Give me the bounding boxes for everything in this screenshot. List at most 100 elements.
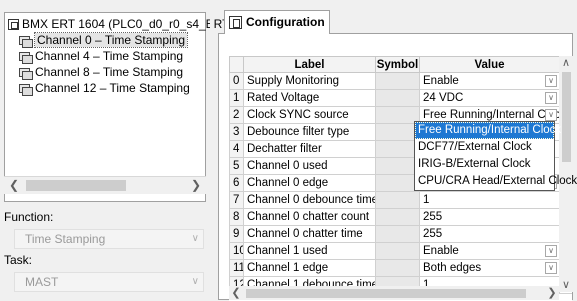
channel-icon [19,67,33,81]
task-select[interactable]: MAST ∨ [14,272,204,292]
scroll-left-icon[interactable]: ❮ [229,286,243,300]
row-label-text: Rated Voltage [247,92,320,104]
row-label-text: Dechatter filter [247,143,322,155]
row-symbol[interactable] [375,106,420,124]
channel-icon [19,51,33,65]
tab-configuration[interactable]: Configuration [224,10,330,34]
dropdown-option[interactable]: IRIG-B/External Clock [415,156,554,173]
row-index-text: 2 [233,109,240,121]
row-index-text: 1 [233,92,240,104]
grid-horizontal-scrollbar[interactable]: ❮ ❯ [229,286,559,300]
grid-vertical-scrollbar[interactable]: ∧ ∨ [559,56,573,292]
row-label-text: Channel 1 edge [247,262,329,274]
header-symbol[interactable]: Symbol [375,56,420,73]
scroll-up-icon[interactable]: ∧ [559,56,573,70]
row-symbol[interactable] [375,191,420,209]
tree-item-channel-12[interactable]: Channel 12 – Time Stamping [19,80,190,97]
table-row[interactable]: 10 Channel 1 used Enable ∨ [229,242,572,260]
row-symbol[interactable] [375,259,420,277]
tree-item-channel-8[interactable]: Channel 8 – Time Stamping [19,64,183,81]
row-label-text: Channel 0 chatter count [247,211,370,223]
scroll-thumb[interactable] [562,72,571,162]
module-icon [8,19,19,31]
table-row[interactable]: 0 Supply Monitoring Enable ∨ [229,72,572,90]
row-label: Dechatter filter [243,140,376,158]
row-symbol[interactable] [375,140,420,158]
module-tree: BMX ERT 1604 (PLC0_d0_r0_s4_ERT Channel … [4,12,229,202]
row-value-text: Enable [423,245,459,257]
table-row[interactable]: 9Channel 0 chatter time2551 [229,225,572,243]
row-label: Channel 0 chatter time [243,225,376,243]
function-value: Time Stamping [25,232,106,246]
dropdown-option[interactable]: DCF77/External Clock [415,139,554,156]
row-value[interactable]: Both edges ∨ [419,259,560,277]
row-symbol[interactable] [375,242,420,260]
row-index-text: 0 [233,75,240,87]
row-value-text: Free Running/Internal Clock [423,109,560,121]
dropdown-chevron-icon[interactable]: ∨ [545,75,557,87]
dropdown-option[interactable]: CPU/CRA Head/External Clock [415,173,577,190]
row-value[interactable]: 255 [419,225,560,243]
dropdown-chevron-icon[interactable]: ∨ [545,109,557,121]
table-row[interactable]: 1 Rated Voltage 24 VDC ∨ [229,89,572,107]
chevron-down-icon: ∨ [191,233,199,244]
scroll-thumb[interactable] [246,289,526,298]
clock-sync-dropdown-list[interactable]: Free Running/Internal Clock DCF77/Extern… [414,121,577,191]
table-row[interactable]: 7Channel 0 debounce time1m [229,191,572,209]
tree-item-channel-4[interactable]: Channel 4 – Time Stamping [19,48,183,65]
row-symbol[interactable] [375,225,420,243]
scroll-right-icon[interactable]: ❯ [545,286,559,300]
row-value[interactable]: Enable ∨ [419,242,560,260]
row-index: 8 [229,208,244,226]
row-index-text: 5 [233,160,240,172]
scroll-thumb[interactable] [26,180,126,191]
row-index: 5 [229,157,244,175]
row-symbol[interactable] [375,123,420,141]
row-label-text: Clock SYNC source [247,109,349,121]
chevron-down-icon: ∨ [191,276,199,287]
dropdown-chevron-icon[interactable]: ∨ [545,245,557,257]
function-select[interactable]: Time Stamping ∨ [14,229,204,249]
scroll-left-icon[interactable]: ❮ [6,177,22,194]
row-value[interactable]: 1 [419,191,560,209]
table-row[interactable]: 8 Channel 0 chatter count 255 [229,208,572,226]
configuration-icon [229,16,242,30]
row-symbol[interactable] [375,89,420,107]
dropdown-option[interactable]: Free Running/Internal Clock [415,122,561,139]
header-value[interactable]: Value [419,56,560,73]
row-label: Supply Monitoring [243,72,376,90]
left-pane: BMX ERT 1604 (PLC0_d0_r0_s4_ERT Channel … [0,0,229,300]
table-row[interactable]: 11 Channel 1 edge Both edges ∨ [229,259,572,277]
row-value-text: 255 [423,228,443,240]
row-label-text: Channel 0 edge [247,177,329,189]
row-label-text: Supply Monitoring [247,75,340,87]
row-index-text: 9 [233,228,240,240]
tree-item-channel-0[interactable]: Channel 0 – Time Stamping [19,32,189,49]
row-index: 1 [229,89,244,107]
dropdown-chevron-icon[interactable]: ∨ [545,262,557,274]
row-symbol[interactable] [375,72,420,90]
row-symbol[interactable] [375,174,420,192]
row-label-text: Channel 0 chatter time [247,228,363,240]
row-value[interactable]: 255 [419,208,560,226]
row-symbol[interactable] [375,157,420,175]
scroll-down-icon[interactable]: ∨ [559,278,573,292]
row-index: 10 [229,242,244,260]
row-value-text: 1 [423,194,430,206]
row-label: Debounce filter type [243,123,376,141]
row-value[interactable]: Enable ∨ [419,72,560,90]
row-label-text: Channel 1 used [247,245,328,257]
row-index: 4 [229,140,244,158]
row-symbol[interactable] [375,208,420,226]
row-label: Channel 1 used [243,242,376,260]
row-index: 7 [229,191,244,209]
header-label[interactable]: Label [243,56,376,73]
dropdown-chevron-icon[interactable]: ∨ [545,92,557,104]
scroll-right-icon[interactable]: ❯ [188,177,204,194]
tree-root[interactable]: BMX ERT 1604 (PLC0_d0_r0_s4_ERT [8,16,229,32]
table-header-row: Label Symbol Value [229,56,572,73]
tree-horizontal-scrollbar[interactable]: ❮ ❯ [4,176,206,194]
row-value[interactable]: 24 VDC ∨ [419,89,560,107]
row-index-text: 7 [233,194,240,206]
tree-root-label: BMX ERT 1604 (PLC0_d0_r0_s4_ERT [22,17,230,31]
